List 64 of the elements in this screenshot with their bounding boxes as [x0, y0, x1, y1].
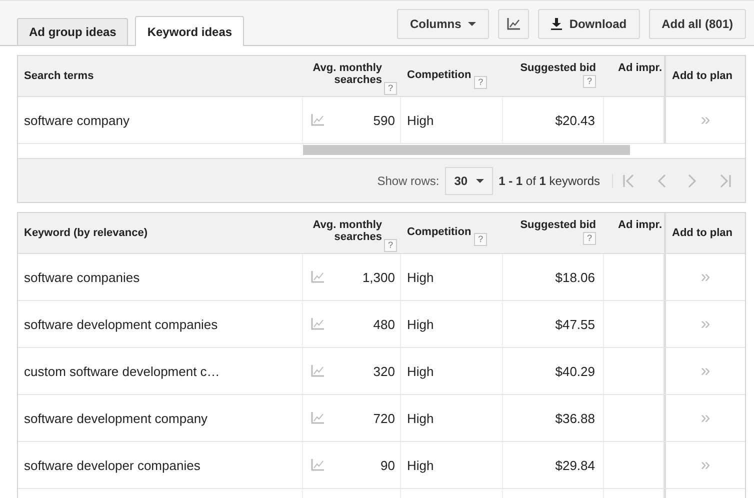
keyword-cell: custom software development c… — [24, 364, 220, 378]
competition-cell: High — [407, 270, 434, 284]
trend-chart-icon[interactable] — [311, 412, 324, 424]
download-button[interactable]: Download — [538, 9, 640, 39]
trend-chart-icon[interactable] — [311, 365, 324, 377]
competition-cell: High — [407, 112, 434, 128]
column-header: Ad impr. — [618, 62, 662, 74]
column-header: Avg. monthly searches — [312, 62, 382, 86]
searches-cell: 1,300 — [362, 270, 395, 284]
column-header: Suggested bid — [520, 219, 596, 231]
column-header: Suggested bid — [520, 62, 596, 74]
bid-cell: $20.43 — [555, 112, 595, 128]
help-mark[interactable]: ? — [474, 233, 488, 246]
column-header: Add to plan — [672, 227, 732, 239]
competition-cell: High — [407, 316, 434, 332]
searches-cell: 480 — [373, 316, 395, 332]
download-icon — [551, 18, 562, 30]
competition-cell: High — [407, 458, 434, 472]
help-mark[interactable]: ? — [384, 82, 397, 95]
keyword-cell: software development company — [24, 410, 208, 426]
trend-chart-icon[interactable] — [311, 271, 324, 283]
searches-cell: 720 — [373, 410, 395, 426]
column-header: Ad impr. — [618, 219, 662, 231]
bid-cell: $47.55 — [555, 316, 595, 332]
range-text: 1 - 1 of 1 keywords — [498, 174, 600, 188]
line-chart-icon — [507, 18, 520, 30]
caret-icon — [476, 178, 484, 182]
columns-button[interactable]: Columns — [396, 9, 490, 39]
help-mark[interactable]: ? — [583, 75, 596, 88]
next-page-icon[interactable] — [687, 174, 697, 188]
searches-cell: 320 — [373, 364, 395, 378]
bid-cell: $18.06 — [555, 270, 595, 284]
trend-chart-icon[interactable] — [311, 318, 324, 330]
column-header: Keyword (by relevance) — [24, 227, 148, 239]
help-mark[interactable]: ? — [474, 76, 488, 89]
competition-cell: High — [407, 410, 434, 426]
show-rows-label: Show rows: — [377, 174, 440, 188]
column-header: Competition — [407, 226, 472, 238]
competition-cell: High — [407, 364, 434, 378]
column-header: Search terms — [24, 70, 94, 82]
column-header: Competition — [407, 69, 472, 81]
bid-cell: $36.88 — [555, 410, 595, 426]
column-header: Avg. monthly searches — [312, 219, 382, 243]
add-all-button[interactable]: Add all (801) — [648, 9, 746, 39]
trend-chart-icon[interactable] — [311, 459, 324, 471]
keyword-cell: software development companies — [24, 316, 218, 332]
bid-cell: $40.29 — [555, 364, 595, 378]
searches-cell: 590 — [373, 112, 395, 128]
help-mark[interactable]: ? — [384, 239, 397, 252]
tab[interactable]: Ad group ideas — [17, 18, 128, 45]
keyword-cell: software developer companies — [24, 458, 200, 472]
keyword-cell: software companies — [24, 270, 140, 284]
column-header: Add to plan — [672, 70, 732, 82]
previous-page-icon[interactable] — [657, 174, 667, 188]
help-mark[interactable]: ? — [583, 232, 596, 245]
bid-cell: $29.84 — [555, 458, 595, 472]
searches-cell: 90 — [380, 458, 395, 472]
rows-dropdown[interactable]: 30 — [445, 166, 493, 194]
tab[interactable]: Keyword ideas — [135, 16, 244, 46]
keyword-cell: software company — [24, 112, 130, 128]
trend-chart-icon[interactable] — [311, 114, 324, 126]
chart-button[interactable] — [498, 9, 530, 39]
scrollbar[interactable] — [303, 145, 630, 155]
caret-icon — [468, 22, 476, 26]
